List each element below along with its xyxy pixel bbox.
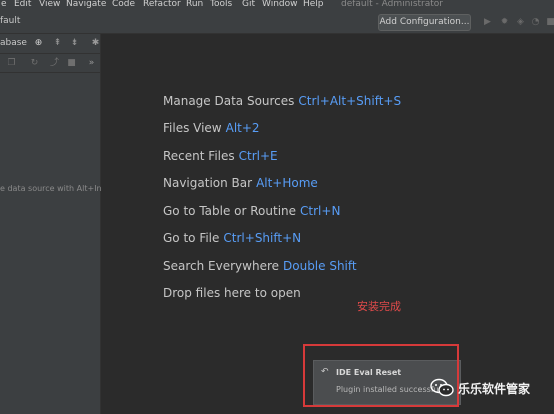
- project-breadcrumb[interactable]: fault: [0, 16, 20, 26]
- menu-bar: e Edit View Navigate Code Refactor Run T…: [0, 0, 554, 11]
- install-complete-annotation: 安装完成: [357, 300, 401, 313]
- tip-shortcut: Ctrl+N: [300, 204, 341, 218]
- tip-search-everywhere: Search Everywhere Double Shift: [163, 259, 357, 273]
- tip-shortcut: Double Shift: [283, 259, 357, 273]
- empty-panel-hint: e data source with Alt+In: [0, 184, 102, 193]
- expand-all-icon[interactable]: ⇟: [69, 38, 80, 49]
- tip-shortcut: Ctrl+Shift+N: [223, 231, 302, 245]
- tip-label: Go to Table or Routine: [163, 204, 297, 218]
- menu-code[interactable]: Code: [112, 0, 135, 10]
- tip-shortcut: Alt+Home: [256, 176, 318, 190]
- tip-label: Recent Files: [163, 149, 235, 163]
- tip-go-to-file: Go to File Ctrl+Shift+N: [163, 231, 301, 245]
- tip-drop-files: Drop files here to open: [163, 286, 301, 300]
- menu-file[interactable]: e: [1, 0, 7, 10]
- refresh-icon[interactable]: ↻: [29, 58, 40, 69]
- coverage-icon[interactable]: ◈: [515, 17, 526, 28]
- tip-manage-data-sources: Manage Data Sources Ctrl+Alt+Shift+S: [163, 94, 401, 108]
- stop-icon[interactable]: ■: [545, 17, 554, 28]
- tip-shortcut: Ctrl+Alt+Shift+S: [298, 94, 402, 108]
- tip-shortcut: Ctrl+E: [238, 149, 278, 163]
- tip-label: Drop files here to open: [163, 286, 301, 300]
- tip-label: Go to File: [163, 231, 220, 245]
- jump-icon[interactable]: ⤴: [49, 58, 60, 69]
- menu-help[interactable]: Help: [303, 0, 324, 10]
- tip-label: Files View: [163, 121, 222, 135]
- debug-icon[interactable]: ✹: [499, 17, 510, 28]
- add-configuration-button[interactable]: Add Configuration...: [378, 14, 471, 31]
- database-panel-toolbar: ❐ ↻ ⤴ ■ »: [0, 54, 100, 73]
- window-title: default - Administrator: [341, 0, 443, 9]
- database-panel-header: abase ⊕ ⇞ ⇟ ✱: [0, 34, 100, 54]
- menu-edit[interactable]: Edit: [14, 0, 31, 10]
- watermark-text: 乐乐软件管家: [458, 382, 531, 396]
- settings-icon[interactable]: ✱: [90, 38, 101, 49]
- menu-run[interactable]: Run: [186, 0, 203, 10]
- collapse-all-icon[interactable]: ⇞: [52, 38, 63, 49]
- database-panel: abase ⊕ ⇞ ⇟ ✱ ❐ ↻ ⤴ ■ » e data source wi…: [0, 34, 102, 414]
- menu-tools[interactable]: Tools: [210, 0, 232, 10]
- menu-view[interactable]: View: [39, 0, 60, 10]
- more-icon[interactable]: »: [86, 58, 97, 69]
- menu-refactor[interactable]: Refactor: [143, 0, 181, 10]
- tip-shortcut: Alt+2: [225, 121, 260, 135]
- tip-label: Manage Data Sources: [163, 94, 295, 108]
- tip-go-to-table: Go to Table or Routine Ctrl+N: [163, 204, 340, 218]
- profile-icon[interactable]: ◔: [530, 17, 541, 28]
- stop-icon[interactable]: ■: [66, 58, 77, 69]
- tip-navigation-bar: Navigation Bar Alt+Home: [163, 176, 318, 190]
- wechat-logo: [430, 378, 454, 397]
- tip-label: Search Everywhere: [163, 259, 279, 273]
- add-icon[interactable]: ⊕: [33, 38, 44, 49]
- menu-window[interactable]: Window: [262, 0, 298, 10]
- menu-git[interactable]: Git: [242, 0, 255, 10]
- main-toolbar: fault Add Configuration... ▶ ✹ ◈ ◔ ■: [0, 11, 554, 34]
- menu-navigate[interactable]: Navigate: [66, 0, 106, 10]
- tip-recent-files: Recent Files Ctrl+E: [163, 149, 278, 163]
- database-panel-title: abase: [0, 38, 27, 48]
- run-icon[interactable]: ▶: [482, 17, 493, 28]
- tip-files-view: Files View Alt+2: [163, 121, 260, 135]
- tip-label: Navigation Bar: [163, 176, 253, 190]
- copy-icon[interactable]: ❐: [6, 58, 17, 69]
